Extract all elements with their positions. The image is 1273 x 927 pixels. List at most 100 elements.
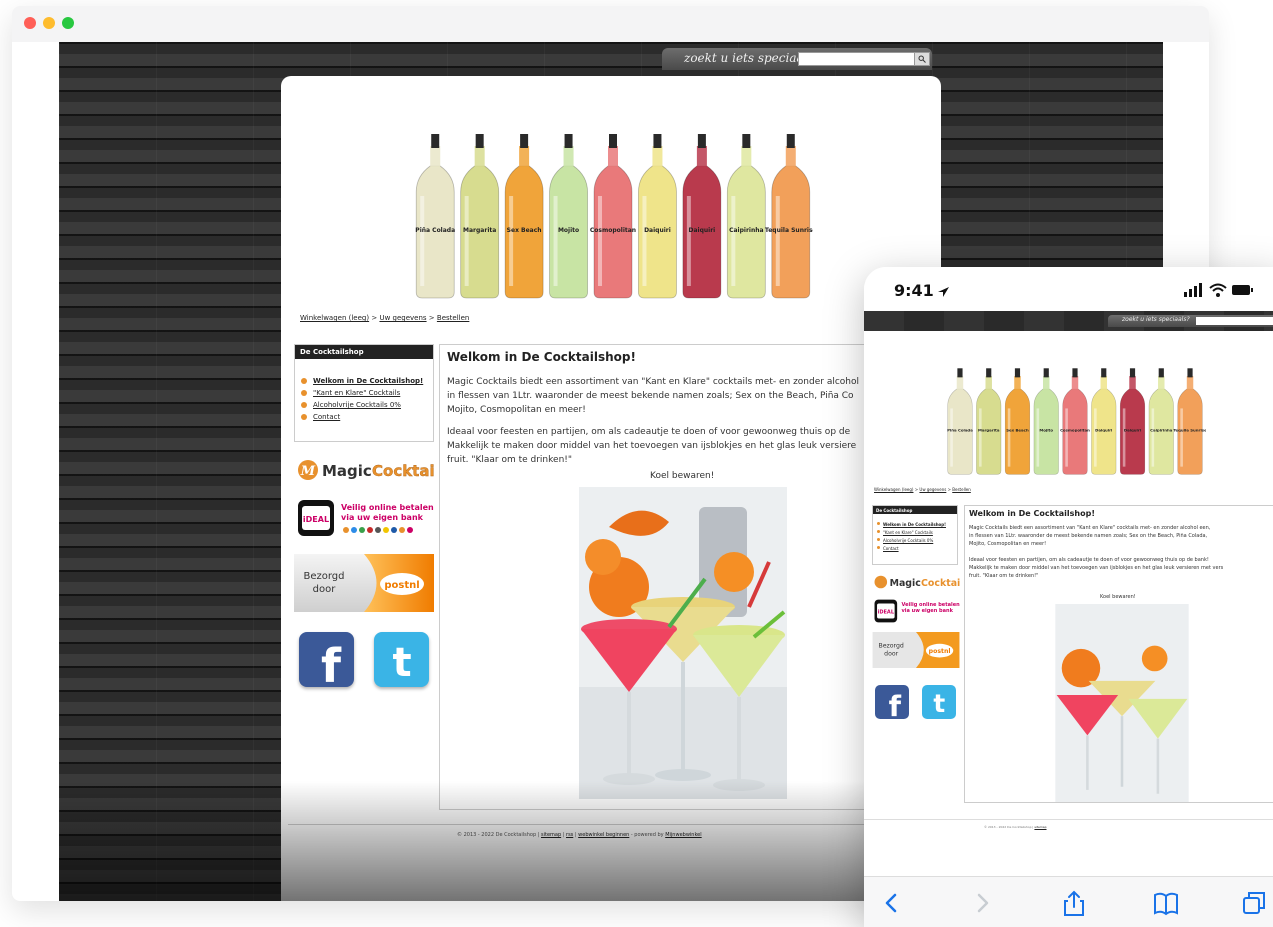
magic-logo-text-a: Magic (322, 462, 372, 480)
mobile-sidebar-item[interactable]: Welkom in De Cocktailshop! (877, 522, 957, 527)
mobile-ideal-line: Makkelijk te maken door middel van het t… (969, 565, 1224, 571)
status-bar: 9:41 (864, 267, 1273, 311)
mobile-site-header: zoekt u iets speciaals? (864, 311, 1273, 331)
svg-text:via uw eigen bank: via uw eigen bank (341, 513, 424, 522)
svg-text:t: t (392, 640, 411, 686)
sidebar-item-label[interactable]: Alcoholvrije Cocktails 0% (313, 401, 401, 409)
mobile-bottles-banner: Piña Colada Margarita Sex Beach Mojito Cosmo… (947, 368, 1206, 475)
bottle-2: Margarita (460, 134, 500, 299)
forward-icon[interactable] (968, 889, 996, 917)
sidebar-item-label[interactable]: Welkom in De Cocktailshop! (313, 377, 423, 385)
bottle-8: Caipirinha (726, 134, 766, 299)
footer-sitemap-link[interactable]: sitemap (541, 832, 561, 838)
ideal-line: fruit. "Klaar om te drinken!" (447, 455, 573, 465)
mobile-twitter-icon[interactable]: t (922, 685, 956, 719)
tabs-icon[interactable] (1240, 889, 1268, 917)
maximize-window-button[interactable] (62, 17, 74, 29)
sidebar-item-welcome[interactable]: Welkom in De Cocktailshop! (301, 377, 433, 385)
footer-separator: | (562, 832, 565, 838)
ideal-logo[interactable]: iDEAL Veilig online betalen via uw eigen… (294, 496, 434, 540)
mobile-search-input[interactable] (1196, 317, 1273, 325)
site-page: Piña Colada Margarita Sex Beach Mojito Cosmo… (281, 76, 941, 901)
intro-paragraph: Magic Cocktails biedt een assortiment va… (447, 375, 887, 417)
intro-line: Magic Cocktails biedt een assortiment va… (447, 377, 860, 387)
breadcrumb-details-link[interactable]: Uw gegevens (379, 314, 426, 322)
site-footer: © 2013 - 2022 De Cocktailshop | sitemap … (457, 832, 702, 838)
footer-powered: - powered by (630, 832, 664, 838)
wifi-icon (1209, 283, 1227, 297)
sidebar-menu: De Cocktailshop Welkom in De Cocktailsho… (294, 344, 434, 442)
mobile-bottle-label: Daiquiri (1124, 428, 1141, 433)
ideal-line: Ideaal voor feesten en partijen, om als … (447, 427, 851, 437)
breadcrumb-order-link[interactable]: Bestellen (437, 314, 469, 322)
mobile-sidebar-item[interactable]: Contact (877, 546, 957, 551)
mobile-bottle-label: Daiquiri (1095, 428, 1112, 433)
mobile-bottle-label: Caipirinha (1150, 428, 1173, 433)
bottle-label: Mojito (558, 227, 579, 234)
mobile-breadcrumb-details-link[interactable]: Uw gegevens (919, 487, 946, 492)
mobile-bottle-7: Daiquiri (1119, 368, 1146, 475)
sidebar-item-label[interactable]: "Kant en Klare" Cocktails (313, 389, 400, 397)
mobile-bottle-9: Tequila Sunrise (1173, 368, 1206, 475)
mobile-sidebar-item-label[interactable]: "Kant en Klare" Cocktails (883, 530, 933, 535)
svg-text:via uw eigen bank: via uw eigen bank (902, 608, 954, 614)
mobile-sidebar-item-label[interactable]: Welkom in De Cocktailshop! (883, 522, 946, 527)
browser-titlebar (12, 6, 1209, 42)
facebook-icon[interactable]: f (299, 632, 354, 693)
mobile-sidebar-menu: De Cocktailshop Welkom in De Cocktailsho… (872, 505, 958, 565)
battery-icon (1232, 285, 1253, 295)
search-icon (918, 55, 926, 63)
mobile-sidebar-item[interactable]: "Kant en Klare" Cocktails (877, 530, 957, 535)
mobile-sidebar-item[interactable]: Alcoholvrije Cocktails 0% (877, 538, 957, 543)
svg-text:Veilig online betalen: Veilig online betalen (902, 602, 960, 608)
mobile-intro-line: Magic Cocktails biedt een assortiment va… (969, 525, 1211, 531)
mobile-ideal-logo[interactable]: iDEAL Veilig online betalen via uw eigen… (872, 597, 960, 625)
sidebar-item-contact[interactable]: Contact (301, 413, 433, 421)
intro-line: in flessen van 1Ltr. waaronder de meest … (447, 391, 854, 401)
mobile-intro-line: Mojito, Cosmopolitan en meer! (969, 541, 1047, 547)
mobile-postnl-logo[interactable]: Bezorgd door postnl (872, 632, 960, 668)
mobile-sidebar-item-label[interactable]: Contact (883, 546, 899, 551)
sidebar-item-label[interactable]: Contact (313, 413, 340, 421)
mobile-bottle-5: Cosmopolitan (1060, 368, 1090, 475)
search-input[interactable] (798, 52, 915, 66)
postnl-logo[interactable]: Bezorgd door postnl (294, 554, 434, 612)
footer-mijnwebwinkel-link[interactable]: Mijnwebwinkel (665, 832, 701, 838)
svg-text:iDEAL: iDEAL (878, 610, 895, 616)
mobile-intro-line: in flessen van 1Ltr. waaronder de meest … (969, 533, 1208, 539)
mobile-breadcrumb-order-link[interactable]: Bestellen (952, 487, 971, 492)
breadcrumb: Winkelwagen (leeg) > Uw gegevens > Beste… (300, 314, 469, 322)
breadcrumb-cart-link[interactable]: Winkelwagen (leeg) (300, 314, 369, 322)
main-content: Welkom in De Cocktailshop! Magic Cocktai… (439, 344, 889, 810)
mobile-facebook-icon[interactable]: f (875, 685, 909, 723)
svg-text:f: f (321, 639, 342, 687)
mobile-footer-copyright: © 2013 - 2022 De Cocktailshop | (984, 825, 1034, 829)
cocktails-photo (579, 487, 787, 799)
mobile-sidebar-item-label[interactable]: Alcoholvrije Cocktails 0% (883, 538, 933, 543)
search-button[interactable] (914, 52, 930, 66)
svg-text:postnl: postnl (384, 580, 419, 591)
breadcrumb-separator: > (914, 487, 919, 492)
footer-webwinkel-link[interactable]: webwinkel beginnen (578, 832, 629, 838)
close-window-button[interactable] (24, 17, 36, 29)
sidebar-item-kant-en-klare[interactable]: "Kant en Klare" Cocktails (301, 389, 433, 397)
sidebar-item-alcoholvrij[interactable]: Alcoholvrije Cocktails 0% (301, 401, 433, 409)
mobile-bottle-6: Daiquiri (1091, 368, 1117, 475)
bookmarks-icon[interactable] (1152, 889, 1180, 917)
minimize-window-button[interactable] (43, 17, 55, 29)
back-icon[interactable] (878, 889, 906, 917)
svg-text:Bezorgd: Bezorgd (303, 571, 344, 582)
bottle-label: Daiquiri (689, 227, 716, 234)
mobile-footer-sitemap-link[interactable]: sitemap (1034, 825, 1046, 829)
svg-text:Bezorgd: Bezorgd (878, 643, 903, 650)
magic-cocktails-logo[interactable]: M Magic Cocktails (294, 456, 449, 484)
mobile-footer: © 2013 - 2022 De Cocktailshop | sitemap (984, 825, 1047, 829)
mobile-main-content: Welkom in De Cocktailshop! Magic Cocktai… (964, 505, 1273, 803)
twitter-icon[interactable]: t (374, 632, 429, 687)
mobile-bottle-label: Mojito (1039, 428, 1053, 433)
bottle-5: Cosmopolitan (590, 134, 636, 299)
mobile-magic-cocktails-logo[interactable]: Magic Cocktails (872, 573, 970, 591)
footer-rss-link[interactable]: rss (566, 832, 573, 838)
share-icon[interactable] (1060, 889, 1088, 917)
mobile-breadcrumb-cart-link[interactable]: Winkelwagen (leeg) (874, 487, 913, 492)
